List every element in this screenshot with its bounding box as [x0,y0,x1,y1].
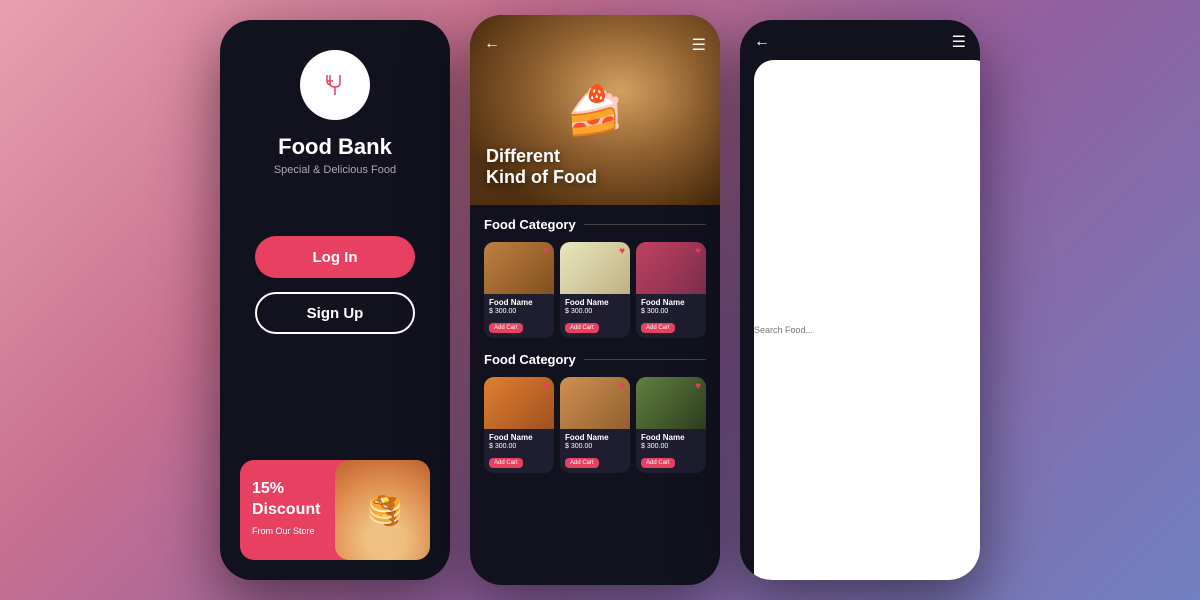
app-name: Food Bank [278,134,392,160]
food-card-1: ♥ Food Name $ 300.00 Add Cart [484,242,554,338]
menu-content: Food Category ♥ Food Name $ 300.00 Add C… [470,205,720,585]
login-button[interactable]: Log In [255,236,415,278]
menu-icon[interactable]: ☰ [692,35,706,55]
add-cart-btn-3[interactable]: Add Cart [641,323,675,333]
heart-icon-2[interactable]: ♥ [619,246,625,257]
section-divider-2 [584,359,706,360]
fork-knife-icon [317,67,353,103]
add-cart-btn-2[interactable]: Add Cart [565,323,599,333]
menu-icon-list[interactable]: ☰ [952,32,966,52]
section-header-1: Food Category [484,217,706,232]
phone-login-screen: Food Bank Special & Delicious Food Log I… [220,20,450,580]
heart-icon-1[interactable]: ♥ [543,246,549,257]
food-card-img-3: ♥ [636,242,706,294]
food-card-body-1: Food Name $ 300.00 Add Cart [484,294,554,338]
hero-overlay: Different Kind of Food [486,146,597,189]
signup-button[interactable]: Sign Up [255,292,415,334]
heart-icon-5[interactable]: ♥ [619,381,625,392]
heart-icon-3[interactable]: ♥ [695,246,701,257]
food-card-body-4: Food Name $ 300.00 Add Cart [484,429,554,473]
phone-menu-screen: 🍰 ← ☰ Different Kind of Food Food Catego… [470,15,720,585]
search-row: 🔍 ⚙ [740,60,980,580]
food-card-body-5: Food Name $ 300.00 Add Cart [560,429,630,473]
food-card-2: ♥ Food Name $ 300.00 Add Cart [560,242,630,338]
food-card-body-6: Food Name $ 300.00 Add Cart [636,429,706,473]
food-card-5: ♥ Food Name $ 300.00 Add Cart [560,377,630,473]
section-title-1: Food Category [484,217,576,232]
food-card-img-4: ♥ [484,377,554,429]
section-header-2: Food Category [484,352,706,367]
search-bar: 🔍 [754,60,980,580]
food-card-img-5: ♥ [560,377,630,429]
back-icon[interactable]: ← [484,35,500,55]
app-tagline: Special & Delicious Food [274,164,396,176]
search-input[interactable] [754,66,980,580]
add-cart-btn-4[interactable]: Add Cart [489,458,523,468]
food-card-body-2: Food Name $ 300.00 Add Cart [560,294,630,338]
phone-list-screen: ← ☰ 🔍 ⚙ ♥ Food Name Lorem ipsum dolor si… [740,20,980,580]
add-cart-btn-5[interactable]: Add Cart [565,458,599,468]
logo-circle [300,50,370,120]
discount-text: 15% Discount From Our Store [252,479,320,541]
back-icon-list[interactable]: ← [754,33,770,51]
add-cart-btn-6[interactable]: Add Cart [641,458,675,468]
food-card-img-1: ♥ [484,242,554,294]
add-cart-btn-1[interactable]: Add Cart [489,323,523,333]
hero-wrapper: 🍰 ← ☰ Different Kind of Food [470,15,720,205]
section-divider-1 [584,224,706,225]
food-card-4: ♥ Food Name $ 300.00 Add Cart [484,377,554,473]
food-grid-1: ♥ Food Name $ 300.00 Add Cart ♥ Food Nam… [484,242,706,338]
discount-food-image: 🥞 [335,460,430,560]
food-card-6: ♥ Food Name $ 300.00 Add Cart [636,377,706,473]
section-title-2: Food Category [484,352,576,367]
nav-bar: ← ☰ [470,25,720,65]
discount-banner: 15% Discount From Our Store 🥞 [240,460,430,560]
food-card-img-6: ♥ [636,377,706,429]
food-card-3: ♥ Food Name $ 300.00 Add Cart [636,242,706,338]
food-card-body-3: Food Name $ 300.00 Add Cart [636,294,706,338]
food-grid-2: ♥ Food Name $ 300.00 Add Cart ♥ Food Nam… [484,377,706,473]
heart-icon-6[interactable]: ♥ [695,381,701,392]
food-card-img-2: ♥ [560,242,630,294]
top-bar: ← ☰ [740,20,980,60]
heart-icon-4[interactable]: ♥ [543,381,549,392]
